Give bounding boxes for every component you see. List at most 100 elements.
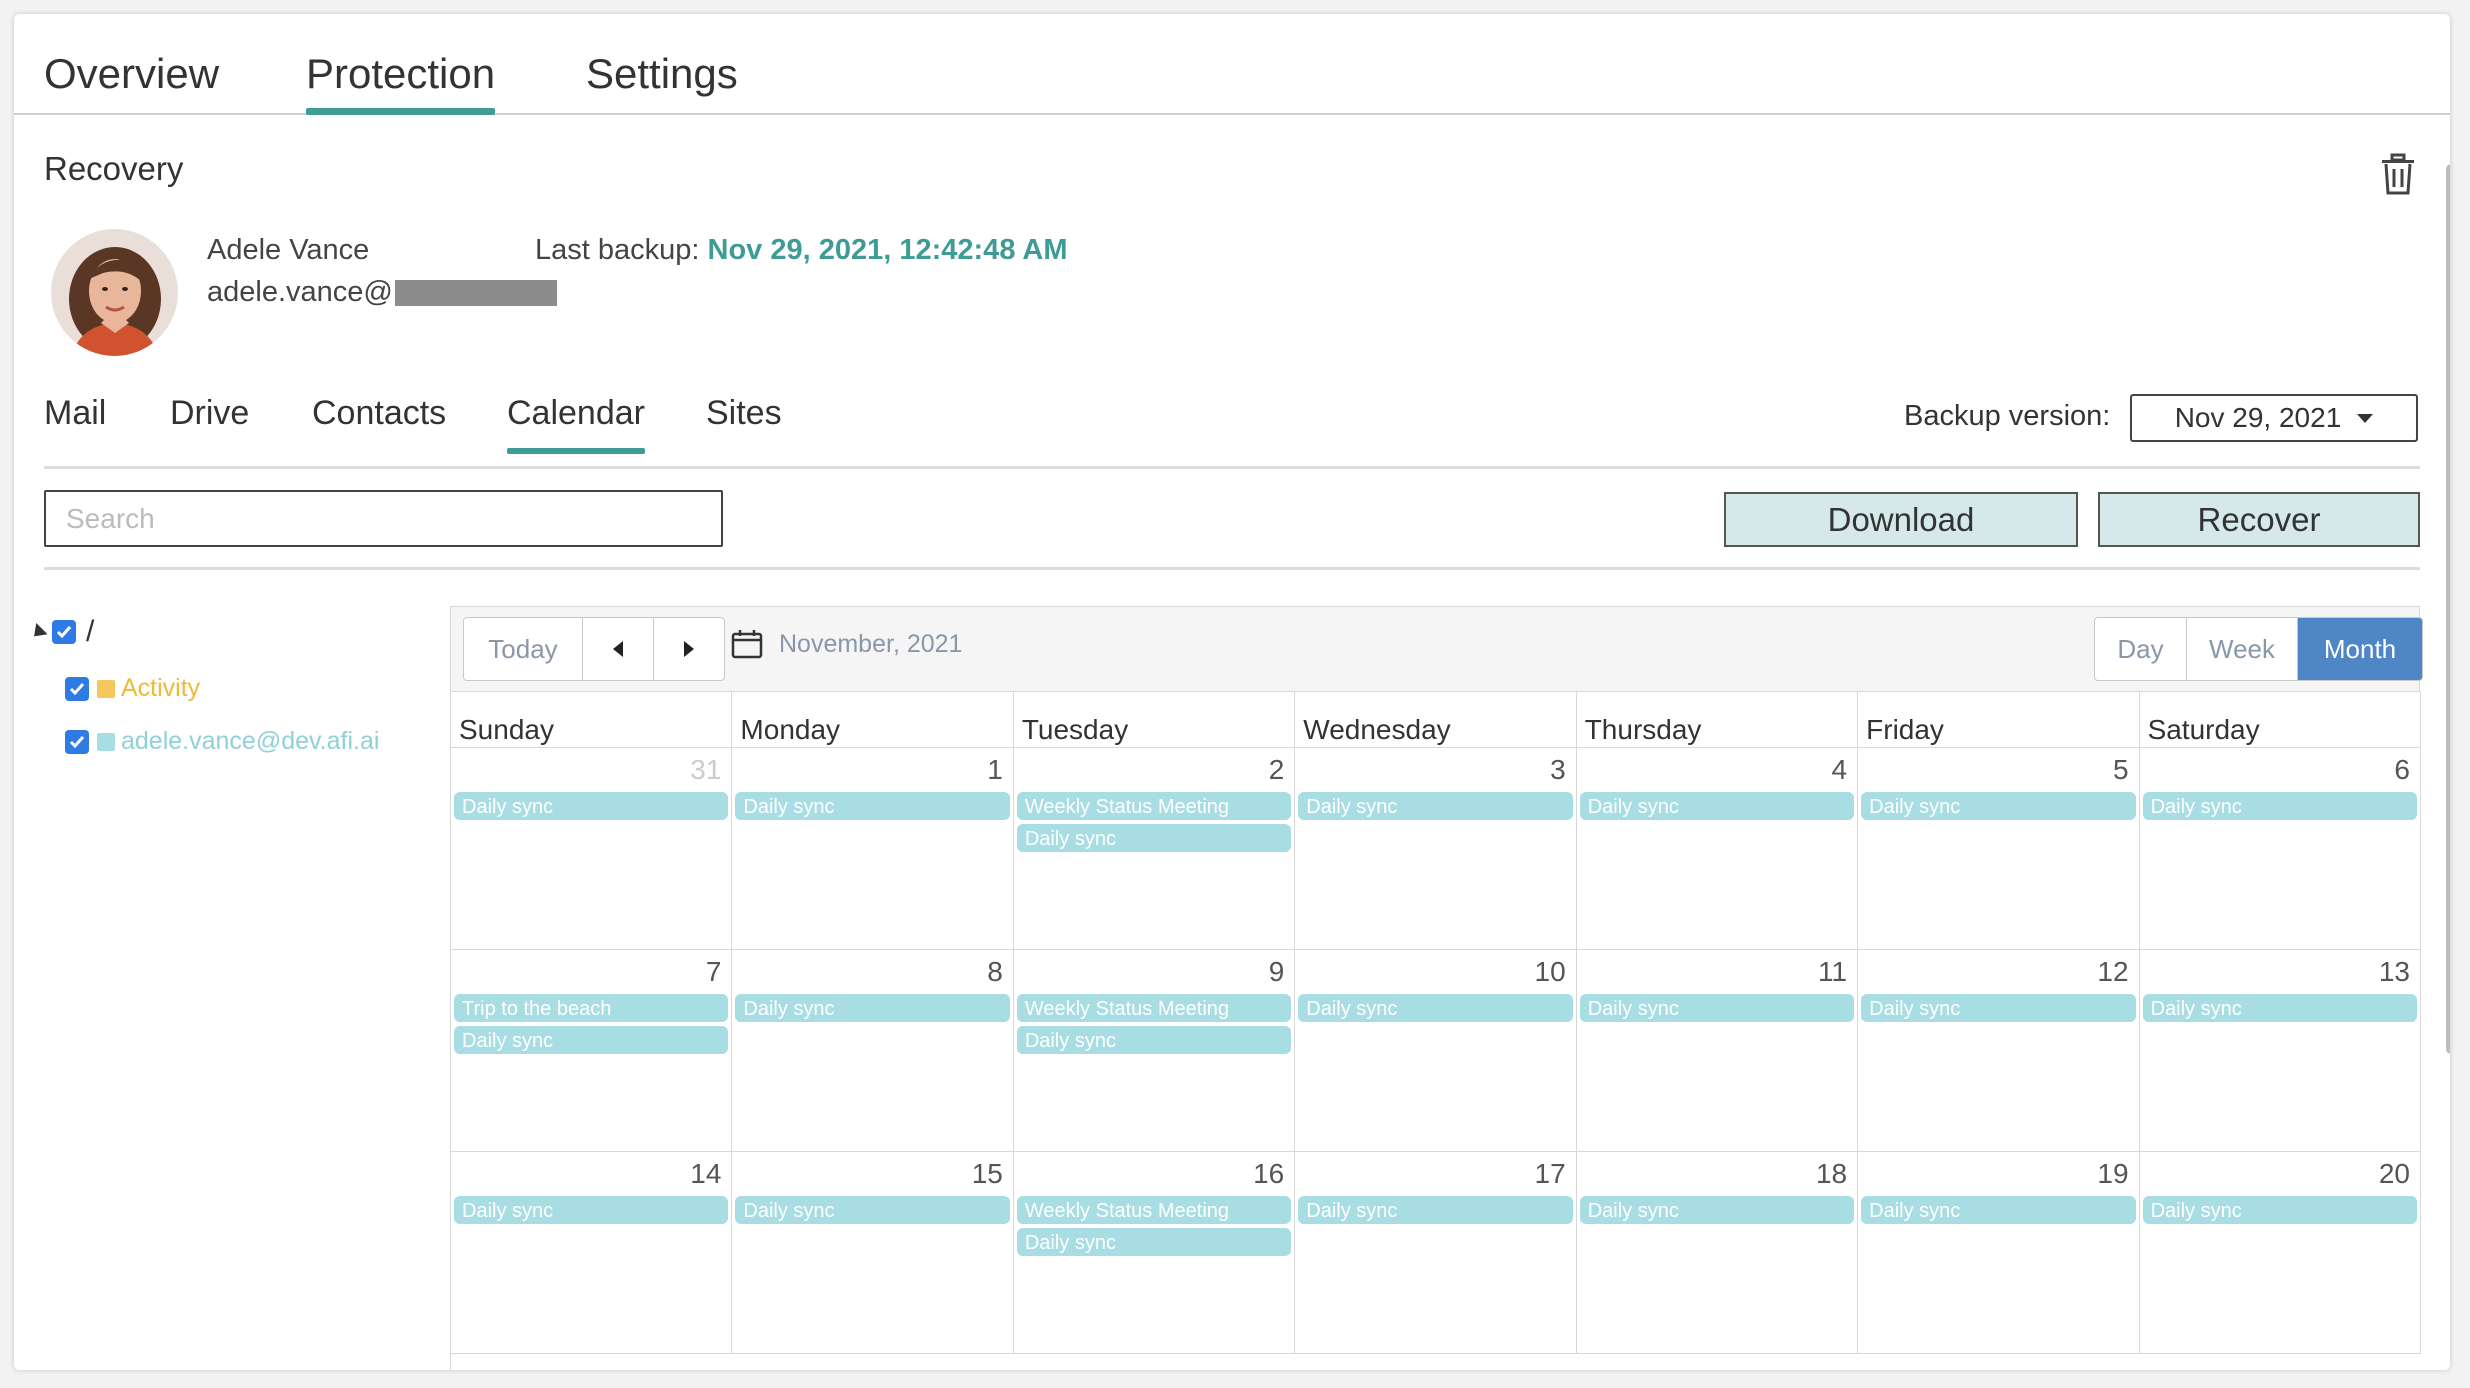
day-number: 14 <box>690 1158 722 1189</box>
tree-item-label[interactable]: Activity <box>121 674 200 703</box>
tab-contacts[interactable]: Contacts <box>312 394 446 433</box>
recovery-panel: Overview Protection Settings Recovery Ad… <box>14 14 2450 1370</box>
day-cell[interactable]: 2 Weekly Status Meeting Daily sync <box>1013 748 1296 950</box>
redacted-block <box>394 279 557 306</box>
calendar-event[interactable]: Daily sync <box>2142 1196 2417 1224</box>
day-cell[interactable]: 6 Daily sync <box>2139 748 2421 950</box>
day-number: 4 <box>1831 754 1848 785</box>
day-cell[interactable]: 9 Weekly Status Meeting Daily sync <box>1013 950 1296 1152</box>
month-label[interactable]: November, 2021 <box>731 629 962 659</box>
calendar-event[interactable]: Daily sync <box>1016 824 1292 852</box>
tree-item-activity[interactable]: Activity <box>65 674 200 703</box>
tab-drive[interactable]: Drive <box>170 394 249 433</box>
scrollbar[interactable] <box>2446 164 2450 1054</box>
day-cell[interactable]: 13 Daily sync <box>2139 950 2421 1152</box>
day-number: 19 <box>2097 1158 2129 1189</box>
calendar-event[interactable]: Daily sync <box>454 1196 729 1224</box>
day-number: 8 <box>987 956 1003 987</box>
day-cell[interactable]: 7 Trip to the beach Daily sync <box>451 950 733 1152</box>
download-button[interactable]: Download <box>1724 492 2078 547</box>
weekday-header: Thursday <box>1576 692 1859 748</box>
calendar-month-grid: Sunday Monday Tuesday Wednesday Thursday Frid… <box>450 692 2421 1370</box>
day-cell[interactable]: 15 Daily sync <box>732 1152 1014 1354</box>
calendar-event[interactable]: Daily sync <box>735 1196 1010 1224</box>
tab-calendar[interactable]: Calendar <box>507 394 645 454</box>
calendar-event[interactable]: Daily sync <box>1298 994 1573 1022</box>
chevron-down-icon <box>2357 413 2374 423</box>
weekday-header: Tuesday <box>1013 692 1296 748</box>
calendar-event[interactable]: Daily sync <box>1861 792 2136 820</box>
day-cell[interactable]: 14 Daily sync <box>451 1152 733 1354</box>
tab-overview[interactable]: Overview <box>44 50 219 98</box>
tree-item-checkbox[interactable] <box>65 676 89 701</box>
user-name: Adele Vance <box>207 234 370 266</box>
day-cell[interactable]: 20 Daily sync <box>2139 1152 2421 1354</box>
tab-settings[interactable]: Settings <box>586 50 738 98</box>
top-tab-bar: Overview Protection Settings <box>14 14 2450 115</box>
recover-button[interactable]: Recover <box>2098 492 2420 547</box>
calendar-event[interactable]: Daily sync <box>1298 1196 1573 1224</box>
calendar-event[interactable]: Daily sync <box>735 792 1010 820</box>
calendar-event[interactable]: Weekly Status Meeting <box>1016 792 1292 820</box>
backup-version-select[interactable]: Nov 29, 2021 <box>2130 394 2418 442</box>
calendar-event[interactable]: Daily sync <box>1298 792 1573 820</box>
day-cell[interactable]: 11 Daily sync <box>1576 950 1859 1152</box>
day-number: 20 <box>2378 1158 2410 1189</box>
day-cell[interactable]: 8 Daily sync <box>732 950 1014 1152</box>
prev-button[interactable] <box>583 618 654 680</box>
day-cell[interactable]: 19 Daily sync <box>1858 1152 2140 1354</box>
next-button[interactable] <box>654 618 724 680</box>
calendar-event[interactable]: Daily sync <box>1861 994 2136 1022</box>
calendar-event[interactable]: Trip to the beach <box>454 994 729 1022</box>
day-number: 5 <box>2112 754 2129 785</box>
calendar-event[interactable]: Daily sync <box>1579 1196 1855 1224</box>
day-cell[interactable]: 31 Daily sync <box>451 748 733 950</box>
month-label-text: November, 2021 <box>779 629 963 658</box>
day-cell[interactable]: 3 Daily sync <box>1295 748 1577 950</box>
day-cell[interactable]: 12 Daily sync <box>1858 950 2140 1152</box>
calendar-event[interactable]: Weekly Status Meeting <box>1016 994 1292 1022</box>
collapse-arrow-icon[interactable] <box>28 622 48 642</box>
view-week-button[interactable]: Week <box>2187 618 2298 680</box>
search-input[interactable] <box>44 490 723 547</box>
divider <box>44 466 2420 469</box>
checkmark-icon <box>69 735 85 748</box>
day-cell[interactable]: 16 Weekly Status Meeting Daily sync <box>1013 1152 1296 1354</box>
tab-sites[interactable]: Sites <box>706 394 782 433</box>
tree-root-checkbox[interactable] <box>52 620 76 644</box>
view-day-button[interactable]: Day <box>2095 618 2187 680</box>
user-email: adele.vance@ <box>207 276 557 309</box>
prev-arrow-icon <box>613 641 623 657</box>
section-title: Recovery <box>44 150 184 187</box>
tree-root: / <box>28 615 95 649</box>
day-number: 3 <box>1550 754 1566 785</box>
day-cell[interactable]: 18 Daily sync <box>1576 1152 1859 1354</box>
color-swatch <box>97 732 115 751</box>
day-cell[interactable]: 1 Daily sync <box>732 748 1014 950</box>
calendar-event[interactable]: Daily sync <box>1579 994 1855 1022</box>
today-button[interactable]: Today <box>464 618 583 680</box>
calendar-event[interactable]: Daily sync <box>1016 1228 1292 1256</box>
tree-item-checkbox[interactable] <box>65 729 89 754</box>
view-month-button[interactable]: Month <box>2298 618 2422 680</box>
calendar-event[interactable]: Daily sync <box>735 994 1010 1022</box>
day-cell[interactable]: 5 Daily sync <box>1858 748 2140 950</box>
tab-mail[interactable]: Mail <box>44 394 106 433</box>
calendar-event[interactable]: Daily sync <box>1016 1026 1292 1054</box>
calendar-event[interactable]: Daily sync <box>1579 792 1855 820</box>
tree-root-label: / <box>86 615 95 648</box>
calendar-event[interactable]: Daily sync <box>2142 994 2417 1022</box>
calendar-event[interactable]: Weekly Status Meeting <box>1016 1196 1292 1224</box>
trash-icon[interactable] <box>2378 152 2418 196</box>
day-number: 7 <box>705 956 722 987</box>
calendar-event[interactable]: Daily sync <box>454 1026 729 1054</box>
day-cell[interactable]: 10 Daily sync <box>1295 950 1577 1152</box>
calendar-event[interactable]: Daily sync <box>1861 1196 2136 1224</box>
tab-protection[interactable]: Protection <box>306 50 496 115</box>
tree-item-calendar[interactable]: adele.vance@dev.afi.ai <box>65 727 379 756</box>
tree-item-label[interactable]: adele.vance@dev.afi.ai <box>121 727 379 756</box>
calendar-event[interactable]: Daily sync <box>454 792 729 820</box>
calendar-event[interactable]: Daily sync <box>2142 792 2417 820</box>
day-cell[interactable]: 4 Daily sync <box>1576 748 1859 950</box>
day-cell[interactable]: 17 Daily sync <box>1295 1152 1577 1354</box>
